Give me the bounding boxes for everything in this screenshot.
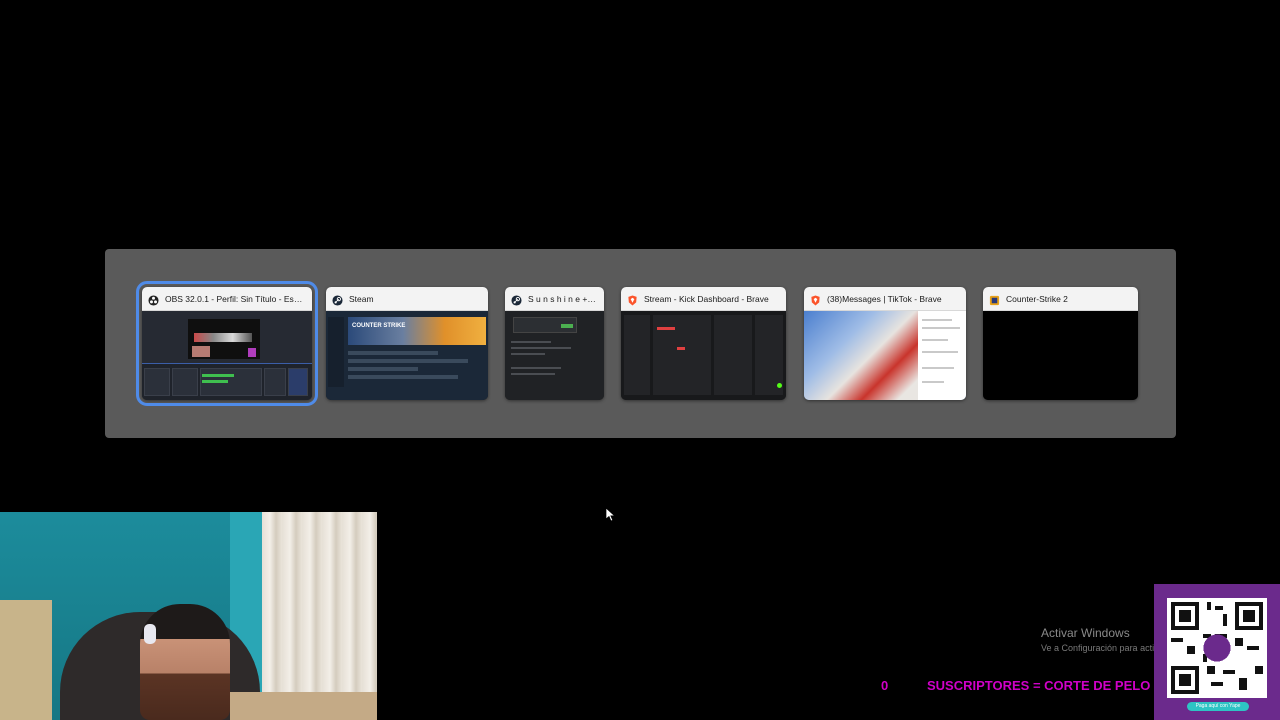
window-title: OBS 32.0.1 - Perfil: Sin Título - Escen.… (165, 293, 306, 304)
brave-icon (627, 293, 638, 306)
window-thumbnail-sunshine[interactable]: S u n s h i n e + 1... (505, 287, 604, 400)
window-preview (804, 311, 966, 400)
window-titlebar: S u n s h i n e + 1... (505, 287, 604, 311)
window-preview: COUNTER STRIKE (326, 311, 488, 400)
steam-icon (511, 293, 522, 306)
window-thumbnail-counter-strike-2[interactable]: Counter-Strike 2 (983, 287, 1138, 400)
window-thumbnail-obs[interactable]: OBS 32.0.1 - Perfil: Sin Título - Escen.… (136, 281, 318, 406)
yape-qr-panel: Paga aquí con Yape (1154, 584, 1280, 720)
subscriber-goal-text: SUSCRIPTORES = CORTE DE PELO (927, 678, 1151, 693)
window-title: Steam (349, 293, 374, 304)
game-logo: COUNTER STRIKE (352, 323, 406, 329)
window-titlebar: Steam (326, 287, 488, 311)
window-preview (621, 311, 786, 400)
window-thumbnail-tiktok-messages[interactable]: (38)Messages | TikTok - Brave (804, 287, 966, 400)
brave-icon (810, 293, 821, 306)
window-titlebar: (38)Messages | TikTok - Brave (804, 287, 966, 311)
window-preview (505, 311, 604, 400)
window-titlebar: Stream - Kick Dashboard - Brave (621, 287, 786, 311)
window-titlebar: Counter-Strike 2 (983, 287, 1138, 311)
window-preview (142, 311, 312, 400)
qr-code-icon (1167, 598, 1267, 698)
window-title: Counter-Strike 2 (1006, 293, 1068, 304)
obs-icon (148, 293, 159, 306)
subscriber-count: 0 (881, 678, 889, 693)
window-thumbnail-steam[interactable]: Steam COUNTER STRIKE (326, 287, 488, 400)
window-title: Stream - Kick Dashboard - Brave (644, 293, 769, 304)
window-title: (38)Messages | TikTok - Brave (827, 293, 942, 304)
window-preview (983, 311, 1138, 400)
steam-icon (332, 293, 343, 306)
webcam-overlay (0, 512, 377, 720)
window-title: S u n s h i n e + 1... (528, 293, 598, 304)
cs2-icon (989, 293, 1000, 306)
window-titlebar: OBS 32.0.1 - Perfil: Sin Título - Escen.… (142, 287, 312, 311)
qr-caption: Paga aquí con Yape (1187, 702, 1249, 711)
desktop: OBS 32.0.1 - Perfil: Sin Título - Escen.… (0, 0, 1280, 720)
window-thumbnail-kick-dashboard[interactable]: Stream - Kick Dashboard - Brave (621, 287, 786, 400)
alt-tab-switcher: OBS 32.0.1 - Perfil: Sin Título - Escen.… (105, 249, 1176, 438)
mouse-cursor-icon (606, 508, 616, 522)
